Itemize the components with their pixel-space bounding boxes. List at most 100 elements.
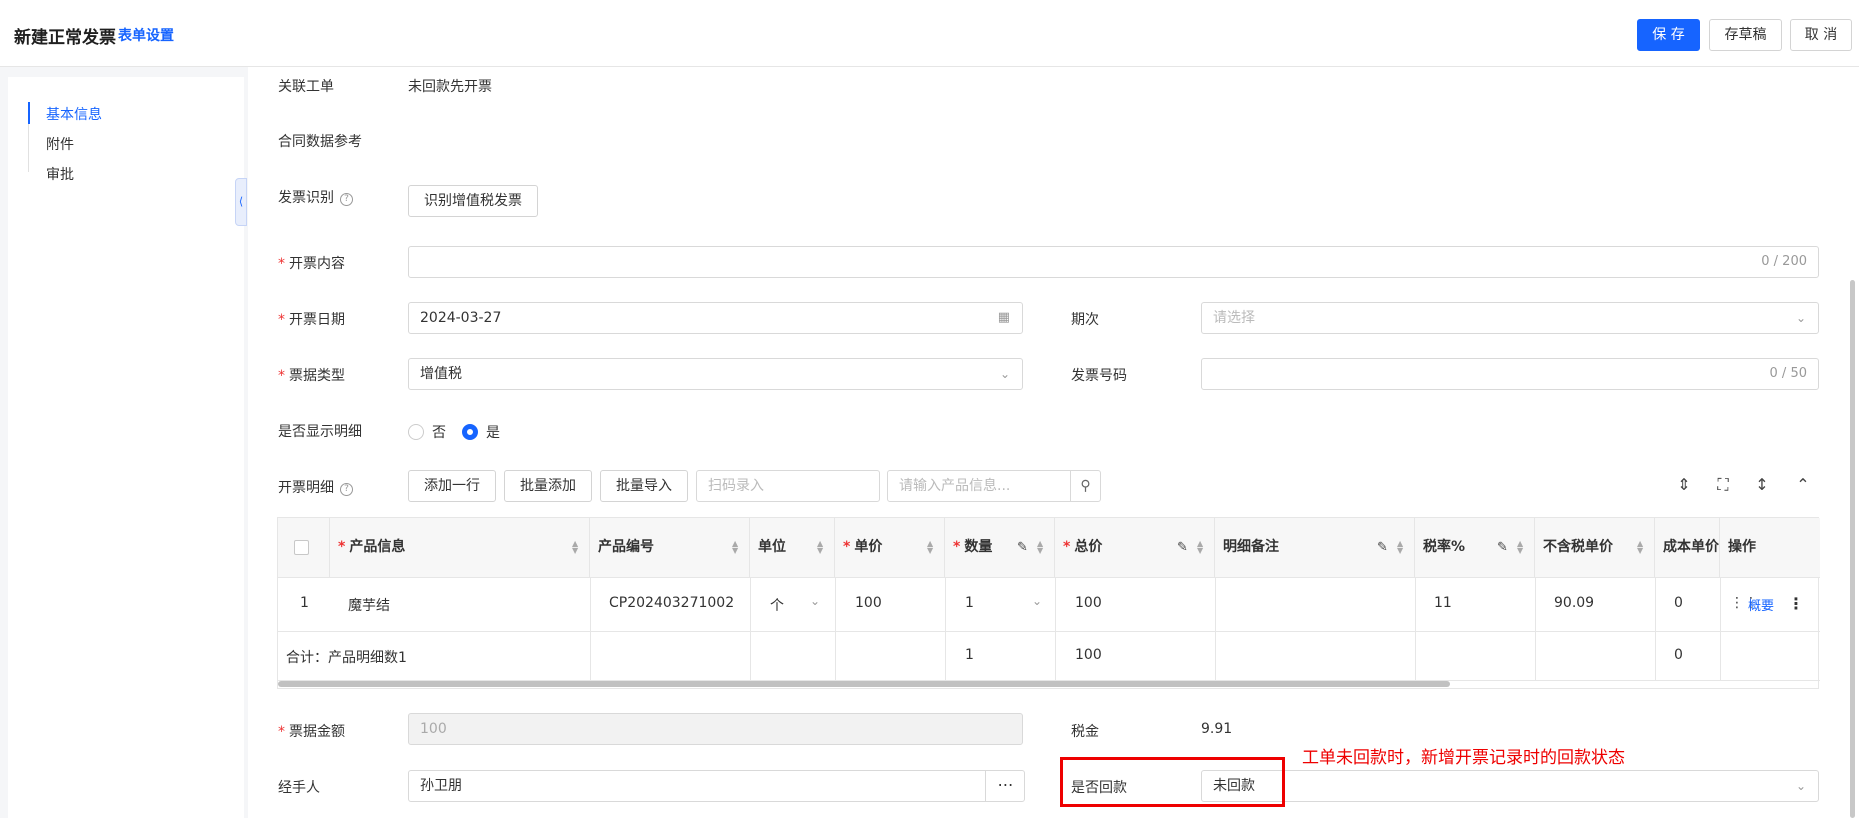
cell-product[interactable]: 魔芋结 [348,595,390,615]
row-index: 1 [300,595,309,611]
fullscreen-icon[interactable]: ⛶ [1711,473,1735,497]
invoice-content-input[interactable]: 0 / 200 [408,246,1819,278]
col-action-label: 操作 [1728,539,1756,555]
edit-icon[interactable]: ✎ [1177,518,1188,577]
handler-label: 经手人 [278,780,320,796]
more-vertical-icon[interactable]: ⋮ [1788,594,1804,613]
sort-icon[interactable]: ▲ ▼ [1517,540,1523,555]
col-unit-label: 单位 [758,539,786,555]
nav-item-approval[interactable]: 审批 [46,164,74,184]
col-unit[interactable]: 单位 ▲ ▼ [750,518,835,577]
col-divider [1535,577,1536,680]
invoice-number-input[interactable]: 0 / 50 [1201,358,1819,390]
batch-import-button[interactable]: 批量导入 [600,470,688,502]
add-row-button[interactable]: 添加一行 [408,470,496,502]
edit-icon[interactable]: ✎ [1017,518,1028,577]
scan-input[interactable]: 扫码录入 [696,470,880,502]
col-divider [1215,577,1216,680]
cancel-button[interactable]: 取 消 [1790,19,1852,51]
help-icon: ? [340,483,353,496]
required-marker: * [278,312,285,328]
horizontal-scrollbar[interactable] [278,681,1450,687]
content-label-text: 开票内容 [289,256,345,272]
summary-qty: 1 [965,647,974,663]
cell-net-price[interactable]: 90.09 [1554,595,1594,611]
row-divider [278,577,1820,578]
save-draft-button[interactable]: 存草稿 [1709,19,1782,51]
col-net-price[interactable]: 不含税单价 ▲ ▼ [1535,518,1655,577]
content-counter: 0 / 200 [1761,254,1807,269]
expand-rows-icon[interactable]: ↕ [1750,473,1774,497]
chevron-down-icon: ⌄ [1795,311,1806,325]
chevron-down-icon[interactable]: ⌄ [1032,594,1042,608]
detail-label: 开票明细? [278,477,353,497]
cell-unit[interactable]: 个 [770,595,784,615]
row-height-icon[interactable]: ⇕ [1672,473,1696,497]
required-marker: * [278,368,285,384]
date-value: 2024-03-27 [420,310,502,326]
cell-qty[interactable]: 1 [965,595,974,611]
overview-link[interactable]: 概要 [1748,595,1774,614]
edit-icon[interactable]: ✎ [1497,518,1508,577]
related-order-value: 未回款先开票 [408,79,492,95]
col-qty[interactable]: * 数量 ✎ ▲ ▼ [945,518,1055,577]
col-tax-rate[interactable]: 税率% ✎ ▲ ▼ [1415,518,1535,577]
paid-status-select[interactable]: 未回款 ⌄ [1201,770,1819,802]
required-marker: * [338,539,346,555]
sort-icon[interactable]: ▲ ▼ [1397,540,1403,555]
col-price[interactable]: * 单价 ▲ ▼ [835,518,945,577]
cell-total[interactable]: 100 [1075,595,1102,611]
edit-icon[interactable]: ✎ [1377,518,1388,577]
chevron-down-icon[interactable]: ⌄ [810,594,820,608]
product-search-input[interactable]: 请输入产品信息... [887,470,1071,502]
save-button[interactable]: 保 存 [1637,19,1700,51]
vertical-scrollbar[interactable] [1850,280,1855,818]
select-all-checkbox[interactable] [294,540,309,555]
invoice-recognize-label: 发票识别? [278,187,353,207]
invoice-date-picker[interactable]: 2024-03-27 ▦ [408,302,1023,334]
select-handler-icon[interactable]: ⋯ [985,770,1025,802]
cell-cost[interactable]: 0 [1674,595,1683,611]
show-detail-label: 是否显示明细 [278,424,362,440]
recognize-vat-invoice-button[interactable]: 识别增值税发票 [408,185,538,217]
sort-icon[interactable]: ▲ ▼ [572,540,578,555]
bill-type-select[interactable]: 增值税 ⌄ [408,358,1023,390]
sort-icon[interactable]: ▲ ▼ [1037,540,1043,555]
col-qty-label: 数量 [964,539,993,555]
form-settings-link[interactable]: 表单设置 [118,25,174,45]
bill-type-label: * 票据类型 [278,365,345,385]
cell-price[interactable]: 100 [855,595,882,611]
search-icon[interactable]: ⚲ [1070,470,1101,502]
col-product-info-label: 产品信息 [349,539,406,555]
cell-product-code[interactable]: CP202403271002 [609,595,734,611]
period-placeholder: 请选择 [1213,310,1255,326]
nav-item-basic-info[interactable]: 基本信息 [46,104,102,124]
col-divider [1415,577,1416,680]
amount-label: * 票据金额 [278,721,345,741]
col-product-code[interactable]: 产品编号 ▲ ▼ [590,518,750,577]
show-detail-yes-radio[interactable]: 是 [462,422,500,442]
col-divider [1055,577,1056,680]
col-cost[interactable]: 成本单价 [1655,518,1720,577]
tax-label: 税金 [1071,724,1099,740]
show-detail-no-radio[interactable]: 否 [408,422,446,442]
col-product-info[interactable]: * 产品信息 ▲ ▼ [330,518,590,577]
summary-total: 100 [1075,647,1102,663]
sort-icon[interactable]: ▲ ▼ [732,540,738,555]
col-price-label: 单价 [854,539,883,555]
sort-icon[interactable]: ▲ ▼ [1637,540,1643,555]
sort-icon[interactable]: ▲ ▼ [817,540,823,555]
chevron-up-icon[interactable]: ⌃ [1791,473,1815,497]
handler-input[interactable]: 孙卫朋 [408,770,1025,802]
period-select[interactable]: 请选择 ⌄ [1201,302,1819,334]
collapse-sidebar-icon[interactable]: ⟨ [235,178,247,226]
cell-tax-rate[interactable]: 11 [1434,595,1452,611]
col-note[interactable]: 明细备注 ✎ ▲ ▼ [1215,518,1415,577]
batch-add-button[interactable]: 批量添加 [504,470,592,502]
col-total[interactable]: * 总价 ✎ ▲ ▼ [1055,518,1215,577]
page-title: 新建正常发票 [14,28,116,48]
sort-icon[interactable]: ▲ ▼ [1197,540,1203,555]
row-divider [278,631,1820,632]
sort-icon[interactable]: ▲ ▼ [927,540,933,555]
nav-item-attachments[interactable]: 附件 [46,134,74,154]
